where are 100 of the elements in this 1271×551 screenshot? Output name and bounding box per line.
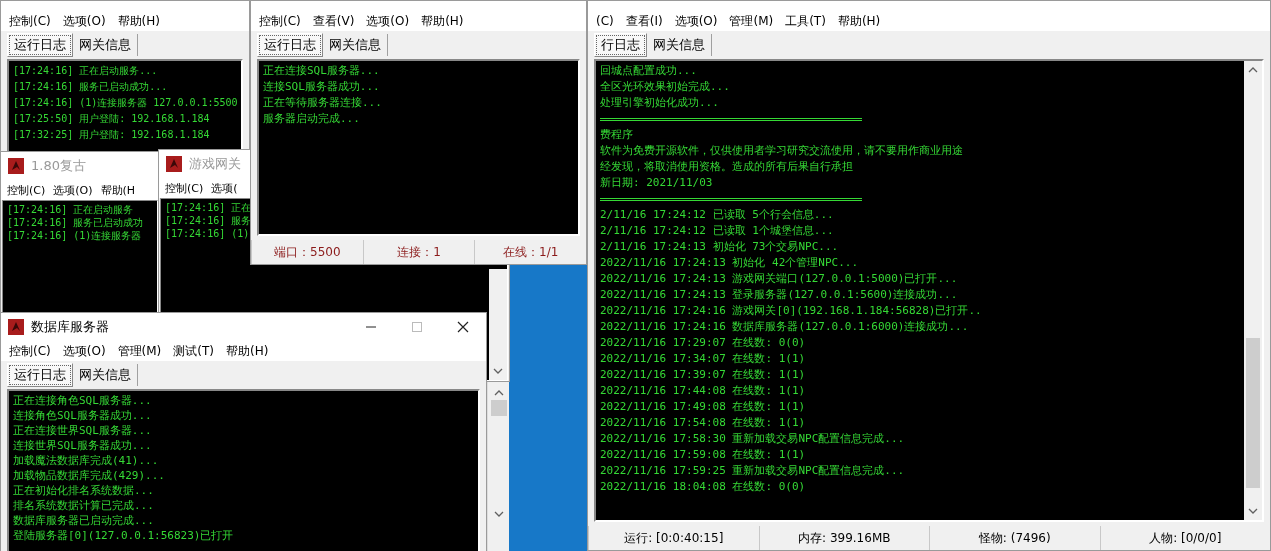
log-line: [17:24:16] (1) [165,227,250,240]
log-line: 处理引擎初始化成功... [600,95,719,111]
menu-item[interactable]: 选项(O) [56,342,112,360]
window-title: 游戏网关 [189,155,241,173]
menu-item[interactable]: 选项( [207,180,242,196]
scrollbar[interactable] [487,382,509,551]
log-line: 2022/11/16 17:54:08 在线数: 1(1) [600,415,806,431]
menu-item[interactable]: 帮助(H [96,182,140,198]
menu-item[interactable]: 控制(C) [3,12,57,30]
status-field: 怪物: (7496) [929,526,1100,550]
log-line: 正在连接角色SQL服务器... [13,393,152,408]
log-line: [17:24:16] (1)连接服务器 127.0.0.1:5500 [13,96,238,110]
menu-item[interactable]: 帮助(H) [415,12,470,30]
scroll-thumb[interactable] [1246,338,1260,488]
log-line: 2022/11/16 17:24:13 游戏网关端口(127.0.0.1:5000)已打开... [600,271,958,287]
menu-item[interactable]: 帮助(H) [831,12,887,30]
log-line: 连接SQL服务器成功... [263,79,380,95]
app-icon [7,318,25,336]
log-line: 2022/11/16 17:24:13 登录服务器(127.0.0.1:5600)连接成功... [600,287,958,303]
chevron-up-icon [493,390,504,396]
chevron-up-icon [1248,67,1258,73]
menu-item[interactable]: 控制(C) [161,180,208,196]
scrollbar[interactable] [1244,61,1262,520]
log-line: 2/11/16 17:24:12 已读取 5个行会信息... [600,207,834,223]
log-line: 2/11/16 17:24:12 已读取 1个城堡信息... [600,223,834,239]
menu-item[interactable]: 选项(O) [360,12,416,30]
log-line: 费程序 [600,127,633,143]
status-field: 端口：5500 [251,240,363,264]
tab[interactable]: 运行日志 [7,33,73,57]
log-line: [17:24:16] 正在启动服务 [7,203,134,216]
app-icon [165,155,183,173]
menu-item[interactable]: 控制(C) [3,342,57,360]
log-line: 加载魔法数据库完成(41)... [13,453,159,468]
tab[interactable]: 网关信息 [73,364,138,386]
log-line: 2022/11/16 17:39:07 在线数: 1(1) [600,367,806,383]
menu-item[interactable]: 管理(M) [111,342,168,360]
log-line: 2022/11/16 17:34:07 在线数: 1(1) [600,351,806,367]
log-line: [17:24:16] 服务已启动成功... [13,80,168,94]
menu-item[interactable]: 选项(O) [56,12,112,30]
log-line: 2/11/16 17:24:13 初始化 73个交易NPC... [600,239,839,255]
menu-item[interactable]: 帮助(H) [220,342,275,360]
status-field: 在线：1/1 [474,240,586,264]
tab[interactable]: 网关信息 [647,34,712,56]
log-line: 连接角色SQL服务器成功... [13,408,152,423]
menu-item[interactable]: 控制(C) [3,182,50,198]
log-line: 登陆服务器[0](127.0.0.1:56823)已打开 [13,528,234,543]
log-line: 2022/11/16 17:49:08 在线数: 1(1) [600,399,806,415]
menu-item[interactable]: (C) [590,14,620,28]
log-line: 连接世界SQL服务器成功... [13,438,152,453]
log-line: 软件为免费开源软件，仅供使用者学习研究交流使用，请不要用作商业用途 [600,143,963,159]
log-line: [17:24:16] 正在 [165,201,252,214]
menu-item[interactable]: 帮助(H) [111,12,166,30]
log-line: 2022/11/16 17:24:16 数据库服务器(127.0.0.1:6000)连接成功... [600,319,969,335]
log-line: 回城点配置成功... [600,63,697,79]
menu-item[interactable]: 工具(T) [779,12,832,30]
tab[interactable]: 运行日志 [7,363,73,387]
log-line: 经发现，将取消使用资格。造成的所有后果自行承担 [600,159,853,175]
status-field: 人物: [0/0/0] [1099,526,1270,550]
log-line: 正在连接SQL服务器... [263,63,380,79]
log-line: 数据库服务器已启动完成... [13,513,154,528]
log-line: 2022/11/16 18:04:08 在线数: 0(0) [600,479,806,495]
log-line: 2022/11/16 17:24:16 游戏网关[0](192.168.1.184:56828)已打开.. [600,303,982,319]
status-field: 连接：1 [362,240,475,264]
log-line: 2022/11/16 17:59:25 重新加载交易NPC配置信息完成... [600,463,905,479]
menu-item[interactable]: 控制(C) [253,12,307,30]
log-line: [17:25:50] 用户登陆: 192.168.1.184 [13,112,210,126]
menu-item[interactable]: 选项(O) [668,12,724,30]
scroll-thumb[interactable] [490,400,507,416]
tab[interactable]: 行日志 [594,33,647,57]
close-icon [457,321,469,333]
log-line: 新日期: 2021/11/03 [600,175,713,191]
log-line: 排名系统数据计算已完成... [13,498,154,513]
window-title: 1.80复古 [31,157,86,175]
menu-item[interactable]: 查看(V) [306,12,361,30]
menu-item[interactable]: 选项(O) [49,182,97,198]
window-title: 数据库服务器 [31,318,109,336]
maximize-icon [411,321,423,333]
chevron-down-icon [1248,508,1258,514]
status-field: 内存: 399.16MB [758,526,929,550]
log-line: 2022/11/16 17:58:30 重新加载交易NPC配置信息完成... [600,431,905,447]
log-line: 服务器启动完成... [263,111,360,127]
menu-item[interactable]: 查看(I) [619,12,669,30]
tab[interactable]: 运行日志 [257,33,323,57]
tab[interactable]: 网关信息 [323,34,388,56]
log-line: 正在连接世界SQL服务器... [13,423,152,438]
menu-item[interactable]: 测试(T) [167,342,220,360]
log-line: 正在初始化排名系统数据... [13,483,154,498]
chevron-down-icon [493,511,504,517]
log-line: 加载物品数据库完成(429)... [13,468,165,483]
app-icon [7,157,25,175]
log-line: 2022/11/16 17:59:08 在线数: 1(1) [600,447,806,463]
log-line: [17:24:16] 正在启动服务... [13,64,158,78]
tab[interactable]: 网关信息 [73,34,138,56]
log-line: 正在等待服务器连接... [263,95,382,111]
scrollbar[interactable] [489,269,507,380]
log-line: [17:32:25] 用户登陆: 192.168.1.184 [13,128,210,142]
log-line: 全区光环效果初始完成... [600,79,730,95]
menu-item[interactable]: 管理(M) [723,12,780,30]
log-line: 2022/11/16 17:44:08 在线数: 1(1) [600,383,806,399]
chevron-down-icon [493,368,503,374]
